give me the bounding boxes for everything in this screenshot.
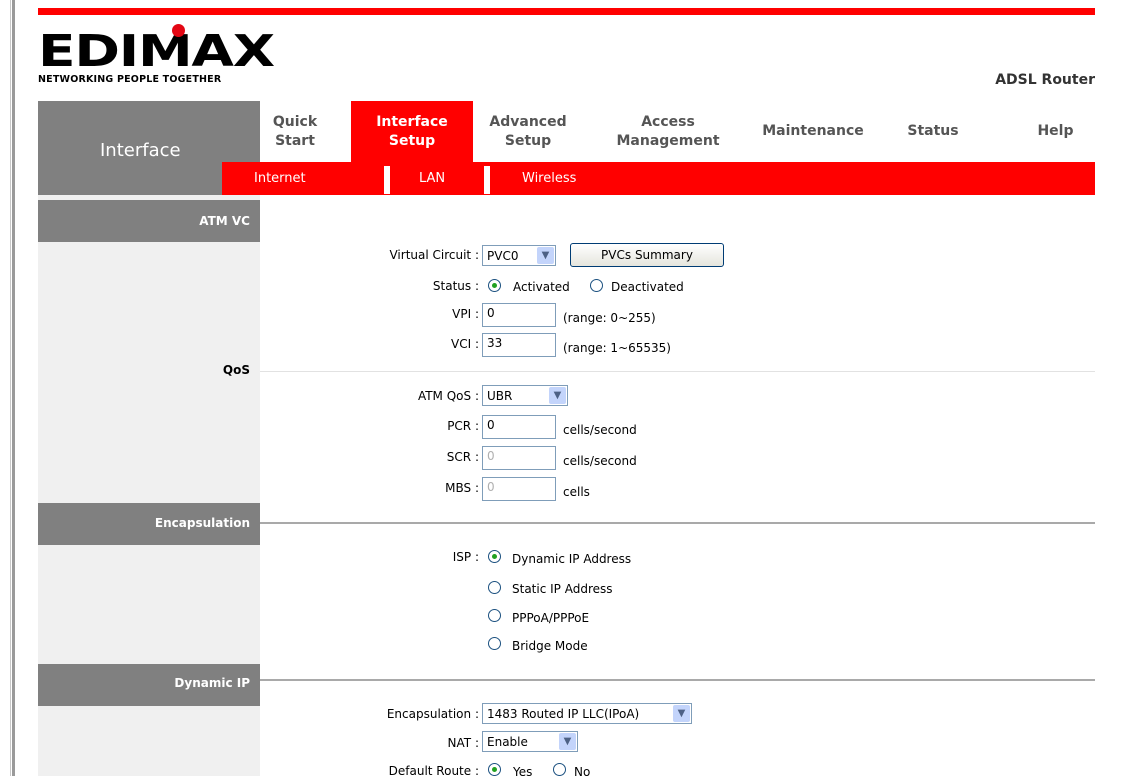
- status-deactivated-radio[interactable]: [590, 279, 603, 292]
- scr-input[interactable]: 0: [482, 446, 556, 470]
- logo-dot: [172, 24, 185, 37]
- vci-input[interactable]: 33: [482, 333, 556, 357]
- encapsulation-select[interactable]: 1483 Routed IP LLC(IPoA) ▼: [482, 703, 692, 724]
- default-route-no-radio[interactable]: [553, 763, 566, 776]
- select-value: UBR: [487, 389, 513, 403]
- nav-label-line1: Advanced: [489, 113, 567, 130]
- nav-label-line2: Setup: [504, 132, 552, 149]
- nav-label-line1: Access: [641, 113, 695, 130]
- mbs-unit: cells: [563, 485, 590, 499]
- divider: [260, 679, 1095, 681]
- section-label-qos: QoS: [222, 363, 250, 377]
- pvcs-summary-button[interactable]: PVCs Summary: [570, 243, 724, 267]
- nav-maintenance[interactable]: Maintenance: [748, 101, 878, 162]
- chevron-down-icon: ▼: [537, 247, 554, 264]
- isp-static-ip-label: Static IP Address: [512, 582, 613, 596]
- default-route-yes-radio[interactable]: [488, 763, 501, 776]
- nav-label-line1: Quick: [272, 113, 318, 130]
- chevron-down-icon: ▼: [673, 705, 690, 722]
- window-border-inner: [10, 0, 11, 776]
- subnav-internet[interactable]: Internet: [254, 171, 306, 186]
- status-activated-label: Activated: [513, 280, 570, 294]
- default-route-no-label: No: [574, 765, 591, 779]
- chevron-down-icon: ▼: [549, 387, 566, 404]
- scr-unit: cells/second: [563, 454, 637, 468]
- isp-bridge-mode-radio[interactable]: [488, 637, 501, 650]
- atm-qos-select[interactable]: UBR ▼: [482, 385, 568, 406]
- vpi-range-hint: (range: 0~255): [563, 311, 656, 325]
- section-header-encapsulation: Encapsulation: [38, 503, 260, 545]
- vci-range-hint: (range: 1~65535): [563, 341, 671, 355]
- main-nav: Interface Quick Start Interface Setup Adva…: [38, 101, 1095, 195]
- mbs-label: MBS :: [445, 481, 479, 495]
- isp-pppoa-pppoe-label: PPPoA/PPPoE: [512, 611, 590, 625]
- nav-section-label: Interface: [100, 140, 181, 161]
- logo-tagline: NETWORKING PEOPLE TOGETHER: [38, 74, 222, 85]
- nav-access-management[interactable]: Access Management: [598, 101, 738, 162]
- nav-label: Maintenance: [762, 123, 864, 139]
- subnav-separator: [384, 166, 390, 194]
- virtual-circuit-label: Virtual Circuit :: [389, 248, 479, 262]
- nav-interface-setup[interactable]: Interface Setup: [351, 101, 473, 162]
- status-label: Status :: [432, 279, 479, 293]
- subnav-lan[interactable]: LAN: [419, 171, 445, 186]
- top-accent-bar: [38, 8, 1095, 15]
- pcr-input[interactable]: 0: [482, 415, 556, 439]
- select-value: PVC0: [487, 249, 519, 263]
- nav-label: Help: [1037, 123, 1074, 139]
- pcr-unit: cells/second: [563, 423, 637, 437]
- virtual-circuit-select[interactable]: PVC0 ▼: [482, 245, 556, 266]
- nav-label-line1: Interface: [376, 113, 448, 130]
- encapsulation-label: Encapsulation :: [386, 707, 479, 721]
- section-title: ATM VC: [199, 214, 250, 228]
- pcr-label: PCR :: [447, 419, 479, 433]
- nav-label: Status: [907, 123, 959, 139]
- nav-label-line2: Management: [616, 132, 720, 149]
- status-activated-radio[interactable]: [488, 279, 501, 292]
- default-route-yes-label: Yes: [513, 765, 533, 779]
- nav-help[interactable]: Help: [1023, 101, 1088, 162]
- nav-quick-start[interactable]: Quick Start: [260, 101, 330, 162]
- divider: [260, 522, 1095, 524]
- sub-nav: Internet LAN Wireless: [222, 162, 1095, 195]
- chevron-down-icon: ▼: [559, 733, 576, 750]
- product-name: ADSL Router: [995, 72, 1095, 88]
- scr-label: SCR :: [446, 450, 479, 464]
- section-title: Encapsulation: [154, 516, 250, 530]
- section-header-atm-vc: ATM VC: [38, 200, 260, 242]
- nat-select[interactable]: Enable ▼: [482, 731, 578, 752]
- nav-label-line2: Start: [275, 132, 315, 149]
- divider: [260, 371, 1095, 372]
- nav-status[interactable]: Status: [893, 101, 973, 162]
- edimax-logo: EDIMAX NETWORKING PEOPLE TOGETHER: [38, 24, 275, 86]
- atm-qos-label: ATM QoS :: [417, 389, 479, 403]
- section-header-dynamic-ip: Dynamic IP: [38, 664, 260, 706]
- vpi-label: VPI :: [452, 307, 479, 321]
- nav-advanced-setup[interactable]: Advanced Setup: [473, 101, 583, 162]
- isp-bridge-mode-label: Bridge Mode: [512, 639, 588, 653]
- subnav-separator: [484, 166, 490, 194]
- section-title: Dynamic IP: [174, 676, 250, 690]
- window-border: [12, 0, 15, 776]
- mbs-input[interactable]: 0: [482, 477, 556, 501]
- select-value: Enable: [487, 735, 528, 749]
- nav-label-line2: Setup: [388, 132, 436, 149]
- isp-static-ip-radio[interactable]: [488, 581, 501, 594]
- select-value: 1483 Routed IP LLC(IPoA): [487, 707, 640, 721]
- vci-label: VCI :: [451, 337, 479, 351]
- subnav-wireless[interactable]: Wireless: [522, 171, 576, 186]
- isp-dynamic-ip-label: Dynamic IP Address: [512, 552, 632, 566]
- isp-label: ISP :: [452, 550, 479, 564]
- nat-label: NAT :: [447, 736, 479, 750]
- logo-wordmark: EDIMAX: [38, 26, 275, 77]
- vpi-input[interactable]: 0: [482, 303, 556, 327]
- status-deactivated-label: Deactivated: [611, 280, 684, 294]
- isp-pppoa-pppoe-radio[interactable]: [488, 609, 501, 622]
- isp-dynamic-ip-radio[interactable]: [488, 550, 501, 563]
